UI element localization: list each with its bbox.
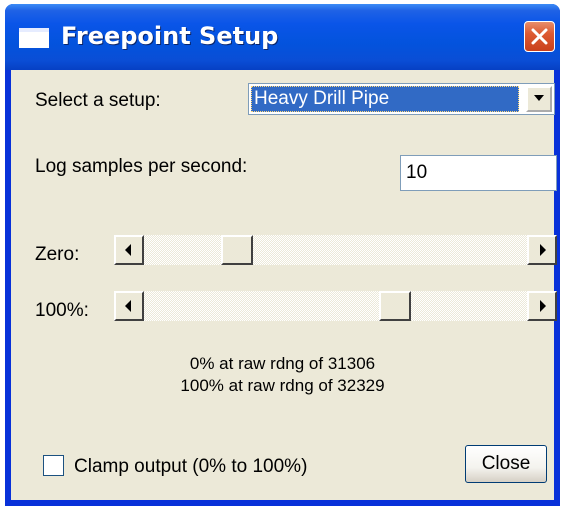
zero-slider-thumb[interactable] [221, 235, 253, 265]
full-status-text: 100% at raw rdng of 32329 [180, 376, 385, 395]
clamp-checkbox[interactable] [43, 455, 64, 476]
full-slider-right-button[interactable] [527, 291, 557, 321]
full-slider-left-button[interactable] [114, 291, 144, 321]
close-button[interactable]: Close [465, 445, 547, 483]
close-icon [531, 28, 548, 45]
zero-slider-left-button[interactable] [114, 235, 144, 265]
full-scale-slider[interactable] [114, 291, 557, 321]
setup-label: Select a setup: [35, 90, 161, 111]
arrow-left-icon [125, 300, 131, 312]
setup-select-value: Heavy Drill Pipe [251, 86, 519, 112]
window-icon [19, 28, 49, 48]
log-rate-input[interactable]: 10 [400, 155, 557, 191]
arrow-right-icon [540, 300, 546, 312]
arrow-left-icon [125, 244, 131, 256]
window-title: Freepoint Setup [61, 22, 279, 50]
title-bar[interactable]: Freepoint Setup [5, 4, 560, 70]
zero-slider-right-button[interactable] [527, 235, 557, 265]
freepoint-setup-window: Freepoint Setup Select a setup: Heavy Dr… [5, 4, 560, 506]
setup-dropdown-button[interactable] [526, 86, 552, 112]
window-close-button[interactable] [524, 21, 555, 52]
log-rate-label: Log samples per second: [35, 156, 248, 177]
chevron-down-icon [534, 95, 544, 101]
zero-slider[interactable] [114, 235, 557, 265]
zero-status-text: 0% at raw rdng of 31306 [189, 354, 376, 373]
dialog-body: Select a setup: Heavy Drill Pipe Log sam… [11, 70, 557, 500]
arrow-right-icon [540, 244, 546, 256]
full-slider-label: 100%: [35, 300, 89, 321]
zero-slider-label: Zero: [35, 244, 80, 265]
full-slider-thumb[interactable] [379, 291, 411, 321]
clamp-label: Clamp output (0% to 100%) [74, 456, 308, 477]
setup-select[interactable]: Heavy Drill Pipe [248, 83, 555, 115]
